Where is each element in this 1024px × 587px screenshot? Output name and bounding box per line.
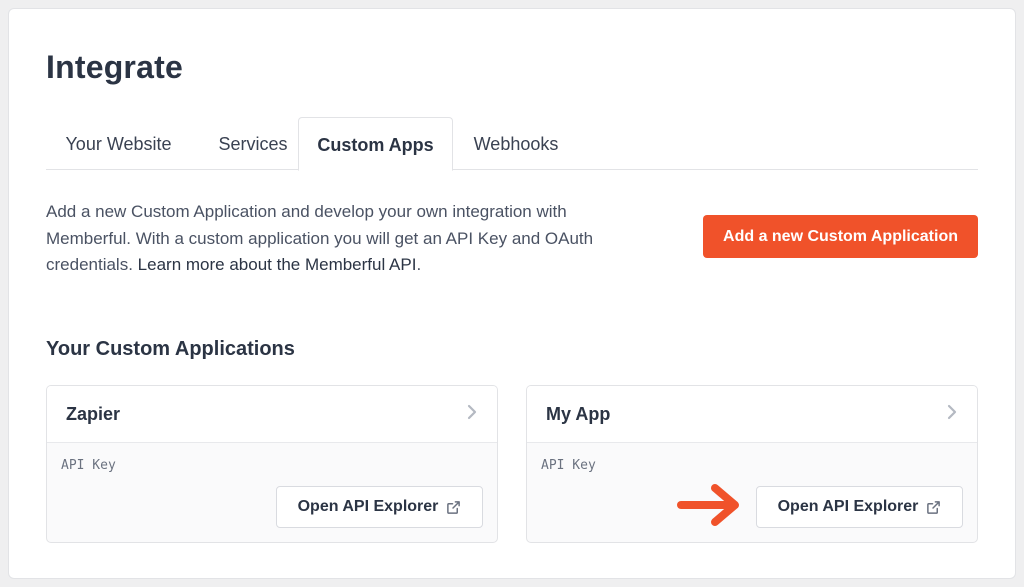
learn-more-link[interactable]: Learn more about the Memberful API [138, 255, 417, 274]
page-title: Integrate [46, 49, 183, 85]
open-api-explorer-button[interactable]: Open API Explorer [276, 486, 483, 528]
app-name: My App [546, 404, 611, 424]
open-api-explorer-button[interactable]: Open API Explorer [756, 486, 963, 528]
api-key-label: API Key [61, 458, 116, 473]
app-card-my-app: My App API Key Open API Explorer [526, 385, 978, 543]
app-card-header[interactable]: My App [527, 386, 977, 443]
section-title: Your Custom Applications [46, 338, 295, 360]
tab-custom-apps[interactable]: Custom Apps [298, 117, 453, 171]
tab-webhooks[interactable]: Webhooks [456, 117, 576, 170]
arrow-right-icon [677, 484, 739, 526]
api-key-label: API Key [541, 458, 596, 473]
integrate-panel: Integrate Your Website Services Custom A… [8, 8, 1016, 579]
tab-your-website[interactable]: Your Website [46, 117, 191, 170]
app-card-header[interactable]: Zapier [47, 386, 497, 443]
chevron-right-icon [467, 404, 477, 420]
intro-text: Add a new Custom Application and develop… [46, 199, 646, 279]
tab-bar: Your Website Services Custom Apps Webhoo… [46, 117, 978, 171]
intro-suffix: . [416, 255, 422, 274]
external-link-icon [927, 500, 941, 514]
button-label: Open API Explorer [297, 498, 439, 515]
external-link-icon [447, 500, 461, 514]
tab-services[interactable]: Services [193, 117, 313, 170]
chevron-right-icon [947, 404, 957, 420]
app-card-zapier: Zapier API Key Open API Explorer [46, 385, 498, 543]
app-name: Zapier [66, 404, 121, 424]
add-custom-application-button[interactable]: Add a new Custom Application [703, 215, 978, 258]
button-label: Open API Explorer [777, 498, 919, 515]
